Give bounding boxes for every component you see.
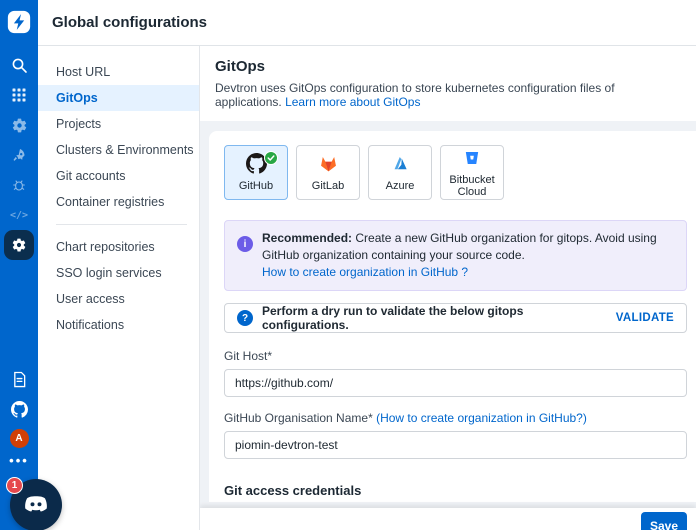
learn-more-link[interactable]: Learn more about GitOps [285, 95, 420, 109]
github-icon[interactable] [4, 399, 34, 419]
more-options-icon[interactable]: ••• [9, 454, 29, 467]
question-icon: ? [237, 310, 253, 326]
azure-logo-icon [390, 153, 411, 177]
sidebar-item-host-url[interactable]: Host URL [38, 59, 199, 85]
git-host-input[interactable] [224, 369, 687, 397]
main-content: GitOps Devtron uses GitOps configuration… [200, 46, 696, 530]
git-host-group: Git Host* [224, 349, 687, 397]
sidebar-item-user-access[interactable]: User access [38, 286, 199, 312]
provider-card-azure[interactable]: Azure [368, 145, 432, 200]
sidebar-item-chart-repositories[interactable]: Chart repositories [38, 234, 199, 260]
sidebar-item-container-registries[interactable]: Container registries [38, 189, 199, 215]
dry-run-bar: ? Perform a dry run to validate the belo… [224, 303, 687, 333]
validate-button[interactable]: VALIDATE [616, 312, 674, 324]
section-title: GitOps [215, 58, 266, 75]
apps-grid-icon[interactable] [4, 80, 34, 110]
provider-card-github[interactable]: GitHub [224, 145, 288, 200]
config-sidebar: Host URL GitOps Projects Clusters & Envi… [38, 46, 200, 530]
dry-run-text: Perform a dry run to validate the below … [262, 304, 524, 332]
credentials-title: Git access credentials [224, 483, 362, 498]
sidebar-item-projects[interactable]: Projects [38, 111, 199, 137]
sidebar-item-git-accounts[interactable]: Git accounts [38, 163, 199, 189]
bitbucket-logo-icon [462, 148, 482, 171]
section-description: Devtron uses GitOps configuration to sto… [215, 81, 615, 109]
recommendation-prefix: Recommended: [262, 231, 353, 245]
sidebar-divider [56, 224, 187, 225]
avatar[interactable]: A [9, 429, 29, 448]
org-name-input[interactable] [224, 431, 687, 459]
sidebar-item-sso-login-services[interactable]: SSO login services [38, 260, 199, 286]
save-button[interactable]: Save [641, 512, 687, 530]
stack-manager-gear-icon[interactable] [4, 110, 34, 140]
org-help-link[interactable]: (How to create organization in GitHub?) [376, 411, 587, 425]
docs-file-icon[interactable] [4, 369, 34, 389]
code-icon[interactable]: </> [4, 200, 34, 230]
git-host-label: Git Host* [224, 349, 273, 363]
provider-label: Azure [385, 180, 415, 192]
page-title: Global configurations [52, 14, 208, 31]
gitlab-logo-icon [318, 153, 339, 177]
global-config-gear-icon[interactable] [4, 230, 34, 260]
info-icon: i [237, 236, 253, 252]
sidebar-item-clusters-environments[interactable]: Clusters & Environments [38, 137, 199, 163]
top-bar: Global configurations [38, 0, 696, 46]
provider-label: GitLab [311, 180, 345, 192]
org-name-group: GitHub Organisation Name* (How to create… [224, 411, 687, 459]
provider-label: Bitbucket Cloud [449, 173, 495, 198]
recommendation-banner: i Recommended: Create a new GitHub organ… [224, 220, 687, 291]
provider-label: GitHub [238, 180, 274, 192]
selected-check-icon [264, 151, 278, 165]
gitops-header: GitOps Devtron uses GitOps configuration… [200, 46, 696, 121]
sidebar-item-gitops[interactable]: GitOps [38, 85, 199, 111]
security-bug-icon[interactable] [4, 170, 34, 200]
provider-card-gitlab[interactable]: GitLab [296, 145, 360, 200]
devtron-logo-icon[interactable] [5, 8, 33, 36]
chat-badge: 1 [6, 477, 23, 494]
gitops-form-card: GitHub GitLab Azure Bitbucket Cloud i Re… [209, 131, 696, 502]
form-footer: Save [200, 508, 696, 530]
sidebar-item-notifications[interactable]: Notifications [38, 312, 199, 338]
gitops-card-wrap: GitHub GitLab Azure Bitbucket Cloud i Re… [200, 121, 696, 508]
org-name-label: GitHub Organisation Name* [224, 411, 373, 425]
create-org-link[interactable]: How to create organization in GitHub ? [262, 265, 468, 279]
search-icon[interactable] [4, 50, 34, 80]
primary-rail: </> A ••• [0, 0, 38, 530]
provider-card-bitbucket[interactable]: Bitbucket Cloud [440, 145, 504, 200]
deploy-rocket-icon[interactable] [4, 140, 34, 170]
provider-selector: GitHub GitLab Azure Bitbucket Cloud [224, 145, 687, 200]
